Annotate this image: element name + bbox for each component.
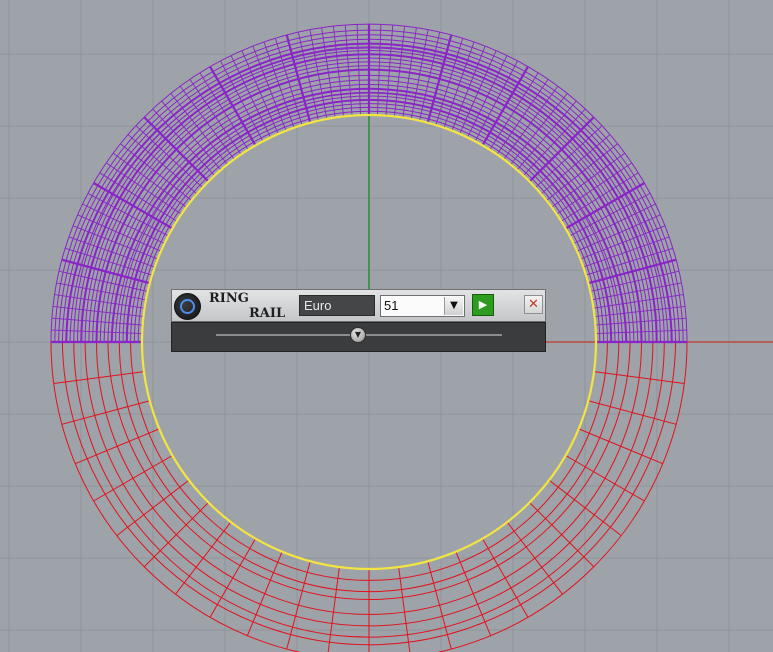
slider-handle[interactable]: ▼: [350, 327, 366, 343]
toolbar-slider-bar: ▼: [171, 322, 546, 352]
segment-count-value: 51: [384, 298, 399, 313]
chevron-down-icon[interactable]: ▼: [444, 297, 463, 315]
toolbar-top-bar: RING RAIL 51 ▼ ▶ ✕: [171, 289, 546, 322]
profile-name-field[interactable]: [299, 295, 375, 316]
play-button[interactable]: ▶: [472, 294, 494, 316]
segment-count-dropdown[interactable]: 51 ▼: [380, 295, 465, 317]
close-button[interactable]: ✕: [524, 295, 543, 314]
close-icon: ✕: [528, 297, 539, 312]
play-icon: ▶: [478, 298, 488, 311]
ring-rail-toolbar: RING RAIL 51 ▼ ▶ ✕ ▼: [171, 289, 546, 352]
toolbar-title-ring: RING: [209, 291, 249, 306]
ring-logo-icon[interactable]: [174, 293, 201, 320]
toolbar-title-rail: RAIL: [249, 306, 286, 321]
